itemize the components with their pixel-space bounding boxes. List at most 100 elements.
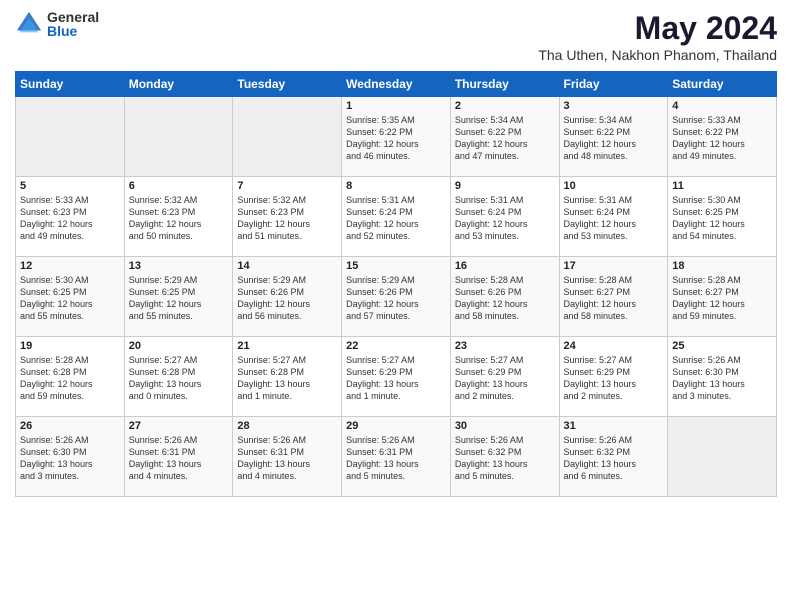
logo-general-label: General <box>47 10 99 24</box>
day-info: Sunrise: 5:27 AM Sunset: 6:28 PM Dayligh… <box>237 354 337 403</box>
title-block: May 2024 Tha Uthen, Nakhon Phanom, Thail… <box>538 10 777 63</box>
day-info: Sunrise: 5:27 AM Sunset: 6:29 PM Dayligh… <box>564 354 664 403</box>
logo: General Blue <box>15 10 99 38</box>
day-number: 28 <box>237 420 337 432</box>
calendar-cell: 29 Sunrise: 5:26 AM Sunset: 6:31 PM Dayli… <box>342 417 451 497</box>
calendar-week-row: 12 Sunrise: 5:30 AM Sunset: 6:25 PM Dayli… <box>16 257 777 337</box>
day-info: Sunrise: 5:30 AM Sunset: 6:25 PM Dayligh… <box>20 274 120 323</box>
day-info: Sunrise: 5:26 AM Sunset: 6:32 PM Dayligh… <box>455 434 555 483</box>
day-info: Sunrise: 5:34 AM Sunset: 6:22 PM Dayligh… <box>455 114 555 163</box>
calendar-cell: 15 Sunrise: 5:29 AM Sunset: 6:26 PM Dayli… <box>342 257 451 337</box>
day-info: Sunrise: 5:33 AM Sunset: 6:23 PM Dayligh… <box>20 194 120 243</box>
calendar-cell: 14Sunrise: 5:29 AM Sunset: 6:26 PM Dayli… <box>233 257 342 337</box>
day-number: 23 <box>455 340 555 352</box>
header-monday: Monday <box>124 72 233 97</box>
day-info: Sunrise: 5:26 AM Sunset: 6:31 PM Dayligh… <box>237 434 337 483</box>
location-subtitle: Tha Uthen, Nakhon Phanom, Thailand <box>538 47 777 63</box>
day-number: 5 <box>20 180 120 192</box>
day-number: 12 <box>20 260 120 272</box>
day-info: Sunrise: 5:31 AM Sunset: 6:24 PM Dayligh… <box>455 194 555 243</box>
calendar-cell: 24 Sunrise: 5:27 AM Sunset: 6:29 PM Dayli… <box>559 337 668 417</box>
calendar-cell: 8 Sunrise: 5:31 AM Sunset: 6:24 PM Daylig… <box>342 177 451 257</box>
calendar-cell: 9 Sunrise: 5:31 AM Sunset: 6:24 PM Daylig… <box>450 177 559 257</box>
day-number: 9 <box>455 180 555 192</box>
calendar-cell: 7 Sunrise: 5:32 AM Sunset: 6:23 PM Daylig… <box>233 177 342 257</box>
day-number: 3 <box>564 100 664 112</box>
day-number: 7 <box>237 180 337 192</box>
day-info: Sunrise: 5:32 AM Sunset: 6:23 PM Dayligh… <box>237 194 337 243</box>
day-number: 20 <box>129 340 229 352</box>
day-info: Sunrise: 5:29 AM Sunset: 6:25 PM Dayligh… <box>129 274 229 323</box>
calendar-cell: 11 Sunrise: 5:30 AM Sunset: 6:25 PM Dayli… <box>668 177 777 257</box>
header-friday: Friday <box>559 72 668 97</box>
day-info: Sunrise: 5:27 AM Sunset: 6:29 PM Dayligh… <box>346 354 446 403</box>
calendar-cell <box>668 417 777 497</box>
day-info: Sunrise: 5:31 AM Sunset: 6:24 PM Dayligh… <box>346 194 446 243</box>
calendar-cell: 31Sunrise: 5:26 AM Sunset: 6:32 PM Dayli… <box>559 417 668 497</box>
day-info: Sunrise: 5:28 AM Sunset: 6:26 PM Dayligh… <box>455 274 555 323</box>
day-number: 30 <box>455 420 555 432</box>
calendar-cell: 21 Sunrise: 5:27 AM Sunset: 6:28 PM Dayli… <box>233 337 342 417</box>
calendar-cell: 19Sunrise: 5:28 AM Sunset: 6:28 PM Dayli… <box>16 337 125 417</box>
logo-blue-label: Blue <box>47 24 99 38</box>
header-saturday: Saturday <box>668 72 777 97</box>
calendar-week-row: 5 Sunrise: 5:33 AM Sunset: 6:23 PM Daylig… <box>16 177 777 257</box>
day-number: 15 <box>346 260 446 272</box>
calendar-cell: 20 Sunrise: 5:27 AM Sunset: 6:28 PM Dayli… <box>124 337 233 417</box>
day-info: Sunrise: 5:29 AM Sunset: 6:26 PM Dayligh… <box>346 274 446 323</box>
day-number: 2 <box>455 100 555 112</box>
calendar-header-row: SundayMondayTuesdayWednesdayThursdayFrid… <box>16 72 777 97</box>
calendar-week-row: 26 Sunrise: 5:26 AM Sunset: 6:30 PM Dayli… <box>16 417 777 497</box>
day-info: Sunrise: 5:31 AM Sunset: 6:24 PM Dayligh… <box>564 194 664 243</box>
day-number: 8 <box>346 180 446 192</box>
calendar-cell: 28 Sunrise: 5:26 AM Sunset: 6:31 PM Dayli… <box>233 417 342 497</box>
calendar-week-row: 19Sunrise: 5:28 AM Sunset: 6:28 PM Dayli… <box>16 337 777 417</box>
day-number: 29 <box>346 420 446 432</box>
day-number: 25 <box>672 340 772 352</box>
calendar-cell: 6 Sunrise: 5:32 AM Sunset: 6:23 PM Daylig… <box>124 177 233 257</box>
calendar-cell: 25 Sunrise: 5:26 AM Sunset: 6:30 PM Dayli… <box>668 337 777 417</box>
day-info: Sunrise: 5:28 AM Sunset: 6:27 PM Dayligh… <box>672 274 772 323</box>
calendar-cell: 23 Sunrise: 5:27 AM Sunset: 6:29 PM Dayli… <box>450 337 559 417</box>
day-number: 14 <box>237 260 337 272</box>
calendar-cell: 26 Sunrise: 5:26 AM Sunset: 6:30 PM Dayli… <box>16 417 125 497</box>
logo-text: General Blue <box>47 10 99 38</box>
day-number: 13 <box>129 260 229 272</box>
calendar-cell: 1 Sunrise: 5:35 AM Sunset: 6:22 PM Daylig… <box>342 97 451 177</box>
day-number: 18 <box>672 260 772 272</box>
day-number: 1 <box>346 100 446 112</box>
header-sunday: Sunday <box>16 72 125 97</box>
day-info: Sunrise: 5:35 AM Sunset: 6:22 PM Dayligh… <box>346 114 446 163</box>
day-info: Sunrise: 5:34 AM Sunset: 6:22 PM Dayligh… <box>564 114 664 163</box>
calendar-cell: 16Sunrise: 5:28 AM Sunset: 6:26 PM Dayli… <box>450 257 559 337</box>
day-info: Sunrise: 5:26 AM Sunset: 6:30 PM Dayligh… <box>672 354 772 403</box>
page-header: General Blue May 2024 Tha Uthen, Nakhon … <box>15 10 777 63</box>
calendar-cell <box>233 97 342 177</box>
day-info: Sunrise: 5:27 AM Sunset: 6:29 PM Dayligh… <box>455 354 555 403</box>
day-number: 31 <box>564 420 664 432</box>
calendar-cell: 12 Sunrise: 5:30 AM Sunset: 6:25 PM Dayli… <box>16 257 125 337</box>
day-number: 11 <box>672 180 772 192</box>
calendar-cell <box>124 97 233 177</box>
header-wednesday: Wednesday <box>342 72 451 97</box>
calendar-cell: 13 Sunrise: 5:29 AM Sunset: 6:25 PM Dayli… <box>124 257 233 337</box>
day-number: 21 <box>237 340 337 352</box>
day-info: Sunrise: 5:32 AM Sunset: 6:23 PM Dayligh… <box>129 194 229 243</box>
day-info: Sunrise: 5:26 AM Sunset: 6:31 PM Dayligh… <box>129 434 229 483</box>
calendar-cell: 3 Sunrise: 5:34 AM Sunset: 6:22 PM Daylig… <box>559 97 668 177</box>
day-number: 4 <box>672 100 772 112</box>
day-info: Sunrise: 5:30 AM Sunset: 6:25 PM Dayligh… <box>672 194 772 243</box>
calendar-cell: 10 Sunrise: 5:31 AM Sunset: 6:24 PM Dayli… <box>559 177 668 257</box>
day-info: Sunrise: 5:27 AM Sunset: 6:28 PM Dayligh… <box>129 354 229 403</box>
calendar-cell: 4Sunrise: 5:33 AM Sunset: 6:22 PM Daylig… <box>668 97 777 177</box>
day-info: Sunrise: 5:26 AM Sunset: 6:30 PM Dayligh… <box>20 434 120 483</box>
day-number: 26 <box>20 420 120 432</box>
day-number: 24 <box>564 340 664 352</box>
header-tuesday: Tuesday <box>233 72 342 97</box>
calendar-cell: 27 Sunrise: 5:26 AM Sunset: 6:31 PM Dayli… <box>124 417 233 497</box>
day-number: 27 <box>129 420 229 432</box>
header-thursday: Thursday <box>450 72 559 97</box>
day-number: 6 <box>129 180 229 192</box>
day-info: Sunrise: 5:26 AM Sunset: 6:31 PM Dayligh… <box>346 434 446 483</box>
day-number: 10 <box>564 180 664 192</box>
